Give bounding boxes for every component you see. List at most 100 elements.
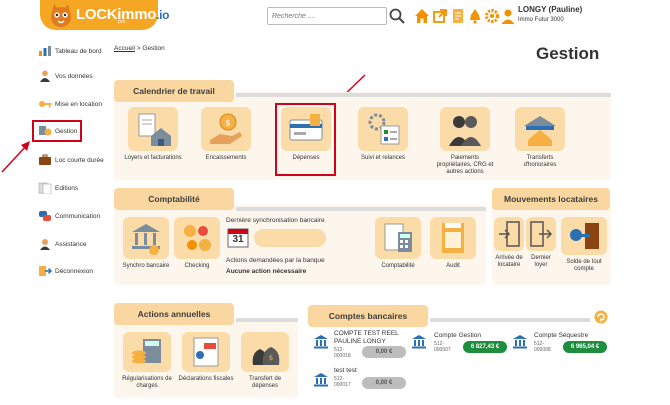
sidebar-item-mise-en-location[interactable]: Mise en location	[38, 95, 102, 113]
section-title-calendrier: Calendrier de travail	[114, 80, 234, 102]
tile-paiements-proprietaires[interactable]: Paiements propriétaires, CRG et autres a…	[434, 107, 496, 177]
sidebar-item-communication[interactable]: Communication	[38, 207, 100, 225]
tile-suivi-relances[interactable]: Suivi et relances	[354, 107, 412, 162]
bell-icon[interactable]	[467, 8, 483, 24]
tile-encaissements[interactable]: $ Encaissements	[197, 107, 255, 162]
tenant-exit-icon	[530, 221, 553, 247]
key-icon	[39, 101, 52, 108]
sidebar-item-label: Loc courte durée	[55, 156, 104, 164]
sidebar-item-label: Déconnexion	[55, 267, 93, 275]
logout-icon	[39, 266, 52, 276]
user-organization: Immo Futur 3000	[518, 17, 564, 23]
cat-mascot-icon	[51, 4, 71, 27]
logo-tagline: pro	[118, 19, 126, 25]
followup-icon	[368, 113, 400, 145]
person-icon	[40, 70, 50, 82]
charges-icon	[132, 339, 161, 364]
final-balance-icon	[570, 223, 599, 249]
sync-status-bar	[254, 229, 326, 247]
tile-arrivee-locataire[interactable]: Arrivée de locataire	[490, 217, 528, 269]
refresh-icon[interactable]	[594, 310, 608, 324]
checking-icon	[184, 225, 211, 251]
breadcrumb: Accueil > Gestion	[114, 45, 165, 52]
active-item-highlight	[32, 120, 82, 142]
tile-synchro-bancaire[interactable]: Synchro bancaire	[121, 217, 171, 270]
sidebar-item-label: Editions	[55, 184, 79, 192]
search-input[interactable]	[267, 7, 387, 25]
tenant-arrival-icon	[499, 221, 520, 247]
section-divider	[236, 318, 298, 322]
sidebar-item-vos-donnees[interactable]: Vos données	[38, 67, 93, 85]
sidebar-item-label: Mise en location	[55, 100, 102, 108]
section-title-comptabilite: Comptabilité	[114, 188, 234, 210]
account-number: 512-000007	[434, 341, 451, 353]
fees-transfer-icon	[524, 116, 556, 146]
sidebar-item-dashboard[interactable]: Tableau de bord	[38, 42, 102, 60]
account-balance: 0,00 €	[362, 346, 406, 358]
sidebar-item-editions[interactable]: Editions	[38, 179, 78, 197]
payment-hand-icon: $	[210, 113, 242, 144]
dashboard-icon	[39, 46, 51, 56]
sidebar-item-label: Tableau de bord	[55, 47, 102, 55]
calendar-day: 31	[232, 234, 244, 245]
support-icon	[40, 239, 50, 250]
account-name[interactable]: COMPTE TEST REEL PAULINE LONGY	[334, 330, 412, 346]
bank-sync-icon	[132, 224, 160, 255]
sync-label: Dernière synchronisation bancaire	[226, 217, 325, 224]
sidebar-item-loc-courte-duree[interactable]: Loc courte durée	[38, 151, 104, 169]
documents-icon	[38, 182, 52, 194]
breadcrumb-home-link[interactable]: Accueil	[114, 45, 135, 52]
calendar-icon: 31	[227, 226, 249, 248]
account-number: 512-000017	[334, 376, 351, 388]
tile-declarations-fiscales[interactable]: Déclarations fiscales	[177, 332, 235, 383]
svg-text:$: $	[225, 119, 231, 129]
documents-icon[interactable]	[450, 8, 466, 24]
depenses-highlight	[275, 103, 336, 176]
page-title: Gestion	[536, 44, 600, 63]
account-number: 512-000008	[534, 341, 551, 353]
user-name[interactable]: LONGY (Pauline)	[518, 5, 582, 14]
gear-icon[interactable]	[484, 8, 500, 24]
section-divider	[236, 93, 611, 97]
section-divider	[236, 207, 486, 211]
svg-text:$: $	[269, 354, 273, 362]
sidebar-item-assistance[interactable]: Assistance	[38, 235, 86, 253]
bank-actions-value: Aucune action nécessaire	[226, 268, 307, 275]
account-name[interactable]: test test	[334, 367, 357, 375]
home-icon[interactable]	[414, 8, 430, 24]
money-bags-icon: $	[252, 347, 280, 365]
user-icon[interactable]	[500, 8, 516, 24]
account-name[interactable]: Compte Gestion	[434, 332, 481, 340]
suitcase-icon	[39, 154, 51, 165]
bank-actions-label: Actions demandées par la banque	[226, 257, 325, 264]
bank-icon	[412, 335, 426, 349]
tile-transferts-honoraires[interactable]: Transferts d'honoraires	[511, 107, 569, 169]
section-title-actions-annuelles: Actions annuelles	[114, 303, 234, 325]
search-icon[interactable]	[388, 7, 406, 25]
account-balance: 6 827,43 €	[463, 341, 507, 353]
owners-icon	[449, 116, 481, 146]
account-balance: 0,00 €	[362, 377, 406, 389]
sidebar-item-label: Communication	[55, 212, 101, 220]
tile-checking[interactable]: Checking	[172, 217, 222, 270]
account-number: 512-000018	[334, 347, 351, 359]
sidebar-item-deconnexion[interactable]: Déconnexion	[38, 262, 93, 280]
tile-transfert-depenses[interactable]: $ Transfert de dépenses	[236, 332, 294, 390]
annotation-arrow-sidebar	[1, 141, 30, 173]
section-divider	[430, 318, 590, 322]
bank-icon	[513, 335, 527, 349]
rent-invoice-icon	[138, 113, 171, 146]
tile-audit[interactable]: Audit	[425, 217, 481, 270]
account-name[interactable]: Compte Séquestre	[534, 332, 588, 340]
sidebar-item-label: Assistance	[55, 240, 87, 248]
accounting-icon	[384, 223, 412, 252]
account-balance: 6 965,04 €	[563, 341, 607, 353]
external-link-icon[interactable]	[432, 8, 448, 24]
tile-comptabilite[interactable]: Comptabilité	[370, 217, 426, 270]
chat-icon	[39, 211, 51, 221]
tile-dernier-loyer[interactable]: Dernier loyer	[524, 217, 558, 269]
section-title-comptes: Comptes bancaires	[308, 305, 428, 327]
tile-loyers-facturations[interactable]: Loyers et facturations	[124, 107, 182, 162]
tile-regularisations-charges[interactable]: Régularisations de charges	[118, 332, 176, 390]
tile-solde-tout-compte[interactable]: Solde de tout compte	[558, 217, 610, 273]
